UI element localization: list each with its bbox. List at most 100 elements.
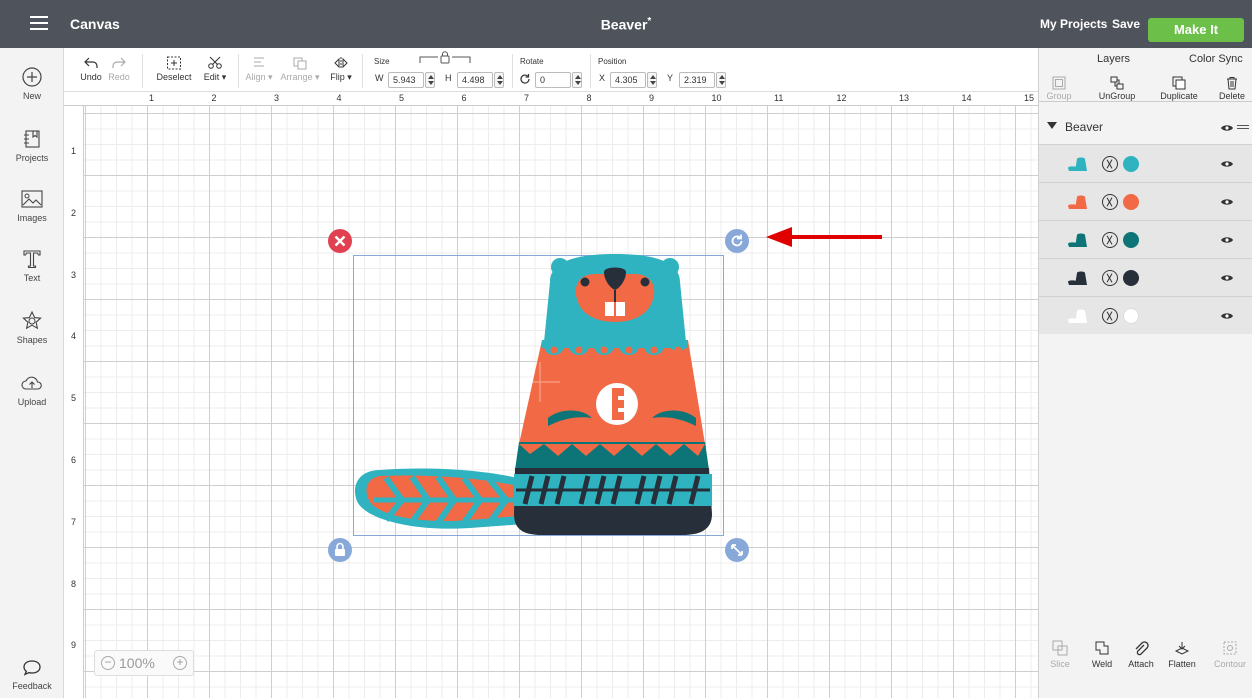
beaver-body <box>514 254 712 535</box>
visibility-eye-icon[interactable] <box>1221 160 1233 168</box>
delete-handle[interactable] <box>328 229 352 253</box>
upload-icon <box>21 376 42 390</box>
make-it-button[interactable]: Make It <box>1148 18 1244 42</box>
x-position-stepper[interactable] <box>647 72 657 88</box>
layer-row[interactable] <box>1039 296 1252 334</box>
sidebar-item-shapes[interactable]: Shapes <box>0 310 64 345</box>
edit-menu-button[interactable]: Edit ▾ <box>198 56 232 83</box>
edit-toolbar: Undo Redo Deselect Edit ▾ Align ▾ Arrang… <box>64 48 1038 92</box>
sidebar-item-text[interactable]: Text <box>0 248 64 283</box>
rotate-stepper[interactable] <box>572 72 582 88</box>
drag-handle-icon[interactable] <box>1237 125 1249 127</box>
trash-icon <box>1227 77 1237 90</box>
slice-icon <box>1052 640 1068 656</box>
resize-handle[interactable] <box>725 538 749 562</box>
visibility-eye-icon[interactable] <box>1221 274 1233 282</box>
height-stepper[interactable] <box>494 72 504 88</box>
sidebar-item-new[interactable]: New <box>0 66 64 101</box>
tab-layers[interactable]: Layers <box>1097 53 1130 65</box>
contour-button[interactable]: Contour <box>1209 640 1251 669</box>
my-projects-link[interactable]: My Projects <box>1040 17 1107 31</box>
visibility-eye-icon[interactable] <box>1221 124 1233 132</box>
x-position-input[interactable]: 4.305 <box>610 72 646 88</box>
ruler-tick-label: 9 <box>71 640 77 651</box>
cut-operation-icon[interactable] <box>1102 308 1118 324</box>
flatten-button[interactable]: Flatten <box>1163 640 1201 669</box>
height-input[interactable]: 4.498 <box>457 72 493 88</box>
layer-row[interactable] <box>1039 220 1252 258</box>
text-icon <box>23 250 41 269</box>
layer-color-swatch[interactable] <box>1123 156 1139 172</box>
save-button[interactable]: Save <box>1112 17 1140 31</box>
deselect-button[interactable]: Deselect <box>150 56 198 82</box>
layer-color-swatch[interactable] <box>1123 270 1139 286</box>
ruler-horizontal: 1 2 3 4 5 6 7 8 9 10 11 12 13 14 15 <box>64 92 1038 106</box>
visibility-eye-icon[interactable] <box>1221 198 1233 206</box>
top-bar: Canvas Beaver* My Projects Save Make It <box>0 0 1252 48</box>
delete-button[interactable]: Delete <box>1215 76 1249 101</box>
plus-circle-icon <box>22 67 42 87</box>
ruler-tick-label: 9 <box>649 93 655 103</box>
ruler-tick-label: 15 <box>1024 93 1035 103</box>
slice-button[interactable]: Slice <box>1045 640 1075 669</box>
width-stepper[interactable] <box>425 72 435 88</box>
weld-button[interactable]: Weld <box>1087 640 1117 669</box>
sidebar-item-upload[interactable]: Upload <box>0 372 64 407</box>
paperclip-icon <box>1135 641 1149 656</box>
cut-operation-icon[interactable] <box>1102 232 1118 248</box>
hamburger-menu-icon[interactable] <box>30 16 48 30</box>
layer-color-swatch[interactable] <box>1123 194 1139 210</box>
shapes-icon <box>22 310 42 330</box>
cut-operation-icon[interactable] <box>1102 194 1118 210</box>
ruler-tick-label: 7 <box>524 93 530 103</box>
cut-operation-icon[interactable] <box>1102 270 1118 286</box>
cut-operation-icon[interactable] <box>1102 156 1118 172</box>
lock-aspect-icon[interactable] <box>418 51 472 65</box>
width-input[interactable]: 5.943 <box>388 72 424 88</box>
ruler-tick-label: 8 <box>586 93 592 103</box>
ruler-tick-label: 1 <box>71 146 77 156</box>
align-menu-button[interactable]: Align ▾ <box>244 56 274 83</box>
align-icon <box>254 57 264 67</box>
redo-button[interactable]: Redo <box>106 56 132 82</box>
layer-row[interactable] <box>1039 182 1252 220</box>
ungroup-button[interactable]: UnGroup <box>1095 76 1139 101</box>
y-position-stepper[interactable] <box>716 72 726 88</box>
duplicate-button[interactable]: Duplicate <box>1157 76 1201 101</box>
layer-color-swatch[interactable] <box>1123 232 1139 248</box>
layer-row[interactable] <box>1039 258 1252 296</box>
flip-icon <box>334 57 348 69</box>
flip-menu-button[interactable]: Flip ▾ <box>326 56 356 83</box>
zoom-level: 100% <box>119 655 155 671</box>
arrange-menu-button[interactable]: Arrange ▾ <box>278 56 322 83</box>
undo-button[interactable]: Undo <box>78 56 104 82</box>
ruler-tick-label: 2 <box>211 93 217 103</box>
rotate-handle[interactable] <box>725 229 749 253</box>
zoom-out-button[interactable]: − <box>101 656 115 670</box>
sidebar-item-feedback[interactable]: Feedback <box>0 658 64 691</box>
zoom-in-button[interactable]: + <box>173 656 187 670</box>
layer-group-beaver[interactable]: Beaver <box>1039 114 1252 144</box>
attach-button[interactable]: Attach <box>1123 640 1159 669</box>
caret-down-icon[interactable] <box>1047 122 1057 130</box>
y-position-input[interactable]: 2.319 <box>679 72 715 88</box>
sidebar-item-images[interactable]: Images <box>0 188 64 223</box>
tab-color-sync[interactable]: Color Sync <box>1189 53 1243 65</box>
group-button[interactable]: Group <box>1043 76 1075 101</box>
layer-color-swatch[interactable] <box>1123 308 1139 324</box>
ruler-tick-label: 5 <box>71 393 77 404</box>
lock-handle[interactable] <box>328 538 352 562</box>
ruler-tick-label: 12 <box>836 93 847 103</box>
layers-panel: Layers Color Sync Group UnGroup Duplicat… <box>1038 48 1252 698</box>
visibility-eye-icon[interactable] <box>1221 236 1233 244</box>
duplicate-icon <box>1172 76 1186 90</box>
rotate-input[interactable]: 0 <box>535 72 571 88</box>
visibility-eye-icon[interactable] <box>1221 312 1233 320</box>
selected-beaver-image[interactable] <box>320 222 900 568</box>
ruler-tick-label: 8 <box>71 578 77 589</box>
layer-row[interactable] <box>1039 144 1252 182</box>
beaver-tail <box>355 468 525 529</box>
layer-thumbnail <box>1068 195 1087 209</box>
layer-thumbnail <box>1068 233 1087 247</box>
sidebar-item-projects[interactable]: Projects <box>0 128 64 163</box>
